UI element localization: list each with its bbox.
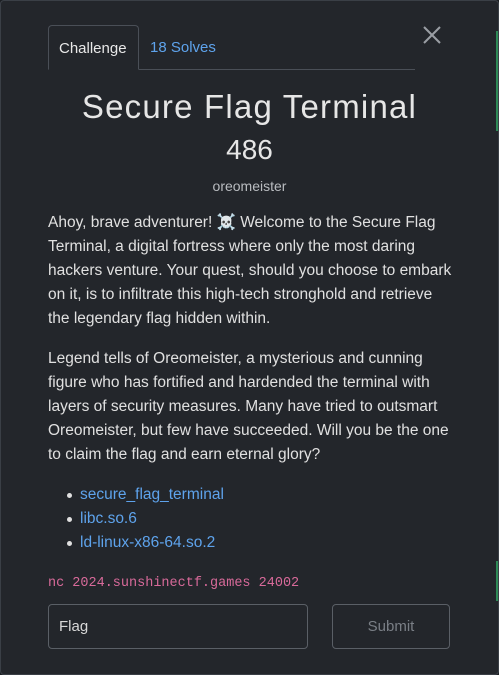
challenge-author: oreomeister	[212, 178, 287, 194]
close-button[interactable]	[420, 23, 444, 47]
challenge-files-list: secure_flag_terminal libc.so.6 ld-linux-…	[48, 483, 448, 555]
challenge-modal: Challenge 18 Solves Secure Flag Terminal…	[0, 0, 499, 675]
connection-info: nc 2024.sunshinectf.games 24002	[48, 576, 300, 591]
challenge-points: 486	[226, 134, 273, 165]
file-list-item: libc.so.6	[48, 507, 448, 531]
file-list-item: secure_flag_terminal	[48, 483, 448, 507]
bullet-icon	[67, 517, 72, 522]
tab-challenge[interactable]: Challenge	[48, 25, 139, 70]
bullet-icon	[67, 493, 72, 498]
challenge-title: Secure Flag Terminal	[81, 88, 418, 125]
close-icon	[423, 26, 441, 44]
file-list-item: ld-linux-x86-64.so.2	[48, 531, 448, 555]
file-link[interactable]: ld-linux-x86-64.so.2	[80, 534, 215, 551]
edge-accent	[496, 561, 498, 601]
tab-solves[interactable]: 18 Solves	[140, 25, 226, 70]
flag-input[interactable]	[48, 604, 308, 649]
bullet-icon	[67, 541, 72, 546]
challenge-tabs: Challenge 18 Solves	[48, 25, 415, 70]
file-link[interactable]: secure_flag_terminal	[80, 486, 224, 503]
submit-button[interactable]: Submit	[332, 604, 450, 649]
file-link[interactable]: libc.so.6	[80, 510, 137, 527]
challenge-description-paragraph: Ahoy, brave adventurer! ☠️ Welcome to th…	[48, 214, 452, 327]
challenge-description-paragraph: Legend tells of Oreomeister, a mysteriou…	[48, 350, 449, 463]
